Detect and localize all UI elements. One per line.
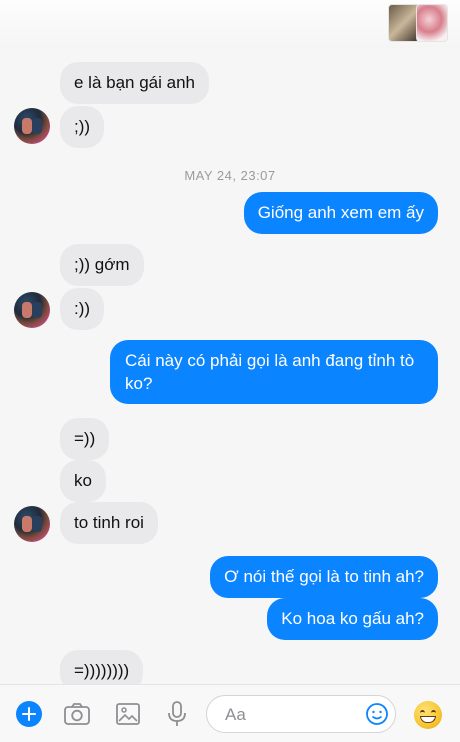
message-input-box[interactable]: [206, 695, 396, 733]
outgoing-message[interactable]: Ơ nói thế gọi là to tinh ah?: [210, 556, 438, 598]
image-icon[interactable]: [113, 699, 143, 729]
message-timestamp: MAY 24, 23:07: [184, 168, 276, 183]
incoming-message[interactable]: ko: [60, 460, 106, 502]
emoji-mouth: [420, 716, 436, 723]
outgoing-message[interactable]: Ko hoa ko gấu ah?: [267, 598, 438, 640]
incoming-message[interactable]: =)): [60, 418, 110, 460]
grinning-emoji-icon[interactable]: [414, 701, 442, 729]
microphone-icon[interactable]: [162, 699, 192, 729]
message-input[interactable]: [223, 703, 357, 727]
contact-avatar[interactable]: [14, 292, 50, 328]
incoming-message[interactable]: to tinh roi: [60, 502, 158, 544]
incoming-message[interactable]: ;)): [60, 106, 105, 148]
incoming-message[interactable]: e là bạn gái anh: [60, 62, 209, 104]
camera-icon[interactable]: [62, 699, 92, 729]
contact-avatar[interactable]: [14, 108, 50, 144]
incoming-message[interactable]: ;)) gớm: [60, 244, 144, 286]
message-list[interactable]: e là bạn gái anh ;)) MAY 24, 23:07 Giống…: [0, 48, 460, 692]
message-composer: [0, 684, 460, 742]
incoming-message[interactable]: :)): [60, 288, 105, 330]
outgoing-message[interactable]: Cái này có phải gọi là anh đang tỉnh tò …: [110, 340, 438, 404]
outgoing-message[interactable]: Giống anh xem em ấy: [243, 192, 438, 234]
photo-thumb-2[interactable]: [416, 4, 448, 42]
participant-thumbnails[interactable]: [388, 4, 448, 42]
contact-avatar[interactable]: [14, 506, 50, 542]
emoji-icon[interactable]: [365, 702, 389, 726]
chat-screen: e là bạn gái anh ;)) MAY 24, 23:07 Giống…: [0, 0, 460, 742]
top-bar: [0, 0, 460, 48]
plus-icon[interactable]: [16, 701, 42, 727]
